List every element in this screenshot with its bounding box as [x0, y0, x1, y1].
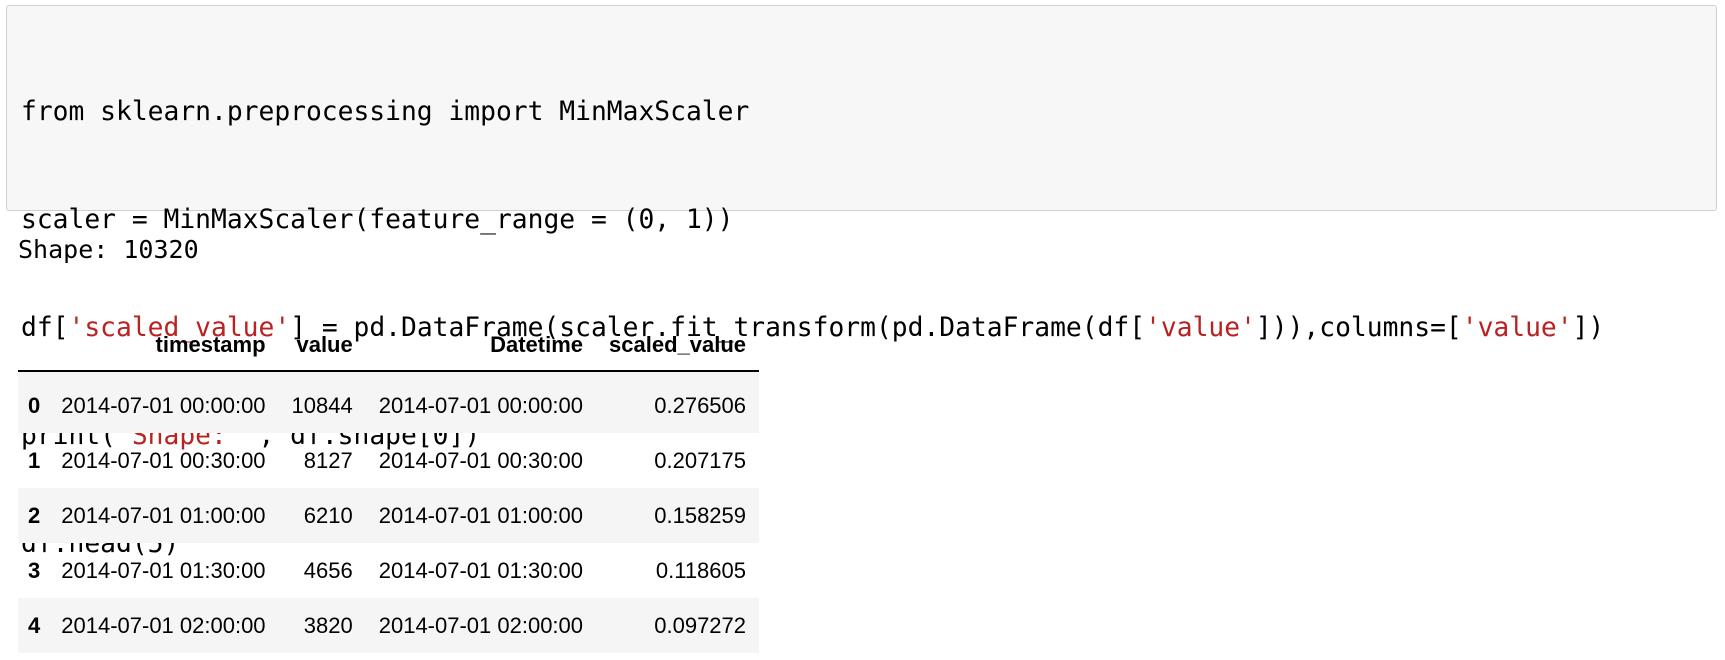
cell-scaled-value: 0.207175 — [654, 447, 747, 473]
row-index: 3 — [28, 557, 41, 583]
cell-datetime: 2014-07-01 00:30:00 — [378, 447, 584, 473]
cell-timestamp: 2014-07-01 02:00:00 — [61, 612, 266, 638]
table-row: 0 2014-07-01 00:00:00 10844 2014-07-01 0… — [18, 371, 760, 433]
row-index: 0 — [28, 392, 41, 418]
cell-timestamp: 2014-07-01 00:30:00 — [61, 447, 266, 473]
code-line: from sklearn.preprocessing import MinMax… — [21, 97, 750, 127]
cell-datetime: 2014-07-01 02:00:00 — [378, 612, 584, 638]
cell-value: 8127 — [303, 447, 353, 473]
column-header-value: value — [278, 320, 366, 372]
cell-scaled-value: 0.118605 — [655, 557, 747, 583]
index-header — [18, 320, 49, 372]
code-cell[interactable]: from sklearn.preprocessing import MinMax… — [6, 5, 1717, 559]
table-row: 2 2014-07-01 01:00:00 6210 2014-07-01 01… — [18, 488, 760, 543]
cell-timestamp: 2014-07-01 01:00:00 — [61, 502, 266, 528]
cell-datetime: 2014-07-01 00:00:00 — [378, 392, 584, 418]
dataframe-table: timestamp value Datetime scaled_value 0 … — [18, 320, 760, 653]
row-index: 2 — [28, 502, 41, 528]
table-row: 1 2014-07-01 00:30:00 8127 2014-07-01 00… — [18, 433, 759, 488]
cell-scaled-value: 0.276506 — [654, 392, 747, 418]
cell-value: 6210 — [303, 502, 353, 528]
cell-scaled-value: 0.158259 — [654, 502, 747, 528]
row-index: 4 — [28, 612, 41, 638]
cell-value: 4656 — [303, 557, 353, 583]
cell-datetime: 2014-07-01 01:00:00 — [378, 502, 584, 528]
string-literal: 'value' — [1461, 313, 1573, 343]
code-line: scaler = MinMaxScaler(feature_range = (0… — [21, 205, 734, 235]
table-header-row: timestamp value Datetime scaled_value — [18, 320, 760, 372]
cell-value: 10844 — [291, 392, 353, 418]
cell-scaled-value: 0.097272 — [654, 612, 747, 638]
row-index: 1 — [28, 447, 41, 473]
cell-timestamp: 2014-07-01 01:30:00 — [61, 557, 266, 583]
cell-datetime: 2014-07-01 01:30:00 — [378, 557, 584, 583]
table-row: 3 2014-07-01 01:30:00 4656 2014-07-01 01… — [18, 543, 759, 598]
column-header-datetime: Datetime — [365, 320, 597, 372]
cell-value: 3820 — [303, 612, 353, 638]
table-row: 4 2014-07-01 02:00:00 3820 2014-07-01 02… — [18, 598, 760, 653]
column-header-timestamp: timestamp — [48, 320, 279, 372]
cell-timestamp: 2014-07-01 00:00:00 — [61, 392, 266, 418]
stdout-output: Shape: 10320 — [18, 235, 199, 264]
column-header-scaled-value: scaled_value — [596, 320, 760, 372]
string-literal: 'value' — [1145, 313, 1256, 343]
